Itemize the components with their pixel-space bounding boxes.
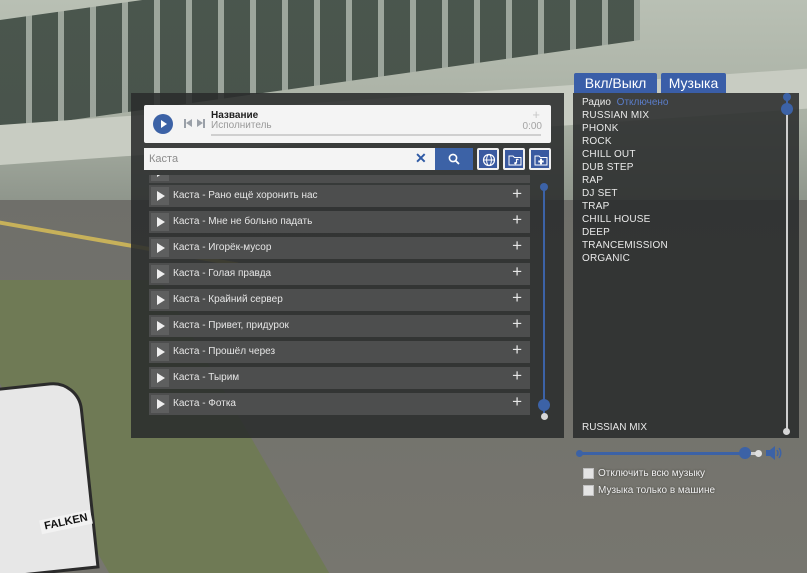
disable-all-music-label: Отключить всю музыку	[598, 468, 706, 479]
music-player-panel: Название Исполнитель + 0:00 ✕	[131, 93, 564, 438]
radio-panel: Радио Отключено RUSSIAN MIX PHONK ROCK CHIL…	[573, 93, 799, 438]
track-row[interactable]: Каста - Голая правда +	[149, 262, 530, 285]
radio-station-item[interactable]: PHONK	[582, 123, 619, 134]
speaker-icon[interactable]	[765, 445, 783, 466]
tab-music[interactable]: Музыка	[661, 73, 726, 93]
radio-status: Отключено	[616, 97, 669, 108]
track-list-scrollbar[interactable]	[543, 188, 545, 414]
music-folder-icon	[508, 155, 522, 166]
add-track-button[interactable]: +	[512, 210, 522, 230]
track-title: Каста - Крайний сервер	[173, 294, 283, 305]
track-title: Каста - Привет, придурок	[173, 320, 289, 331]
track-row[interactable]: Каста - Рано ещё хоронить нас +	[149, 184, 530, 207]
track-play-button[interactable]	[151, 369, 169, 387]
track-list: Каста - Рано ещё хоронить нас + Каста - Мн…	[149, 175, 530, 423]
volume-slider-end	[755, 450, 762, 457]
add-folder-icon	[534, 155, 548, 166]
track-progress-bar[interactable]	[211, 134, 541, 136]
volume-fill	[579, 452, 745, 455]
track-row[interactable]: Каста - Фотка +	[149, 392, 530, 415]
track-title: Каста - Голая правда	[173, 268, 272, 279]
track-play-button[interactable]	[151, 291, 169, 309]
clear-search-button[interactable]: ✕	[415, 150, 427, 167]
search-button[interactable]	[435, 148, 473, 170]
add-track-button[interactable]: +	[512, 392, 522, 412]
track-row[interactable]: Каста - Мне не больно падать +	[149, 210, 530, 233]
add-track-button[interactable]: +	[512, 314, 522, 334]
radio-station-item[interactable]: TRAP	[582, 201, 609, 212]
track-title: Каста - Игорёк-мусор	[173, 242, 272, 253]
radio-scroll-top	[783, 93, 791, 101]
radio-station-item[interactable]: ROCK	[582, 136, 612, 147]
add-track-button[interactable]: +	[512, 262, 522, 282]
radio-label: Радио	[582, 97, 611, 108]
add-track-button[interactable]: +	[512, 184, 522, 204]
track-title: Каста - Тырим	[173, 372, 240, 383]
track-play-button[interactable]	[151, 343, 169, 361]
volume-slider[interactable]	[579, 452, 759, 455]
track-play-button[interactable]	[151, 395, 169, 413]
checkbox-box[interactable]	[583, 485, 594, 496]
radio-station-item[interactable]: DJ SET	[582, 188, 618, 199]
globe-icon	[482, 153, 496, 167]
search-icon	[448, 153, 460, 165]
radio-header: Радио Отключено	[582, 97, 669, 108]
add-track-button[interactable]: +	[512, 236, 522, 256]
add-track-button[interactable]: +	[512, 366, 522, 386]
add-track-button[interactable]: +	[512, 288, 522, 308]
radio-station-item[interactable]: TRANCEMISSION	[582, 240, 668, 251]
radio-station-item[interactable]: DUB STEP	[582, 162, 634, 173]
track-play-button[interactable]	[151, 187, 169, 205]
track-play-button[interactable]	[151, 239, 169, 257]
add-current-track-button[interactable]: +	[532, 107, 540, 122]
track-title: Каста - Мне не больно падать	[173, 216, 313, 227]
track-list-scroll-top	[540, 183, 548, 191]
track-row[interactable]: Каста - Прошёл через +	[149, 340, 530, 363]
music-only-in-car-label: Музыка только в машине	[598, 485, 716, 496]
track-title: Каста - Фотка	[173, 398, 236, 409]
track-row-partial	[149, 175, 530, 183]
track-row[interactable]: Каста - Игорёк-мусор +	[149, 236, 530, 259]
track-play-button[interactable]	[151, 265, 169, 283]
track-play-button[interactable]	[151, 317, 169, 335]
track-list-scroll-end	[541, 413, 548, 420]
online-search-button[interactable]	[477, 148, 499, 170]
track-list-scroll-thumb[interactable]	[538, 399, 550, 411]
track-title: Каста - Прошёл через	[173, 346, 276, 357]
radio-station-item[interactable]: CHILL HOUSE	[582, 214, 651, 225]
radio-station-item[interactable]: ORGANIC	[582, 253, 630, 264]
radio-station-item[interactable]: DEEP	[582, 227, 610, 238]
next-track-button[interactable]	[196, 119, 205, 128]
music-folder-button[interactable]	[503, 148, 525, 170]
previous-track-button[interactable]	[184, 119, 193, 128]
now-playing-artist: Исполнитель	[211, 120, 272, 131]
radio-scroll-end	[783, 428, 790, 435]
track-row[interactable]: Каста - Привет, придурок +	[149, 314, 530, 337]
track-play-button[interactable]	[151, 213, 169, 231]
radio-scroll-thumb[interactable]	[781, 103, 793, 115]
play-button[interactable]	[153, 114, 173, 134]
track-row[interactable]: Каста - Крайний сервер +	[149, 288, 530, 311]
add-folder-button[interactable]	[529, 148, 551, 170]
radio-current-station: RUSSIAN MIX	[582, 422, 648, 433]
now-playing-bar: Название Исполнитель + 0:00	[144, 105, 551, 143]
search-input[interactable]	[144, 148, 414, 170]
tab-toggle[interactable]: Вкл/Выкл	[574, 73, 657, 93]
volume-slider-start	[576, 450, 583, 457]
track-play-button	[151, 175, 169, 181]
radio-station-item[interactable]: RAP	[582, 175, 603, 186]
checkbox-box[interactable]	[583, 468, 594, 479]
now-playing-time: 0:00	[522, 121, 542, 132]
volume-thumb[interactable]	[739, 447, 751, 459]
radio-scrollbar[interactable]	[786, 101, 788, 431]
search-box: ✕	[144, 148, 473, 170]
radio-station-item[interactable]: RUSSIAN MIX	[582, 110, 649, 121]
add-track-button[interactable]: +	[512, 340, 522, 360]
radio-station-item[interactable]: CHILL OUT	[582, 149, 636, 160]
track-row[interactable]: Каста - Тырим +	[149, 366, 530, 389]
track-title: Каста - Рано ещё хоронить нас	[173, 190, 318, 201]
